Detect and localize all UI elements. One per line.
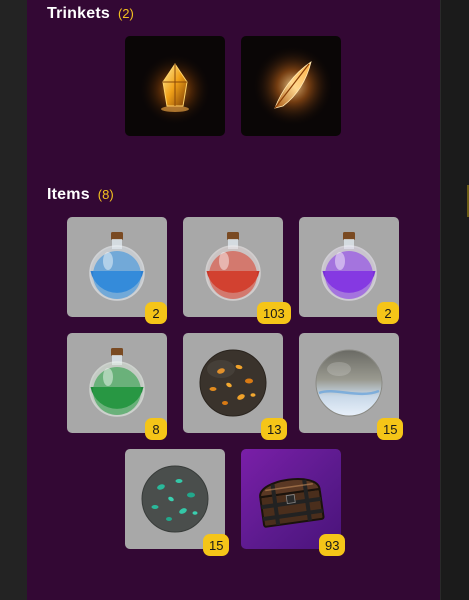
- inventory-panel: Trinkets (2) Items (8) 2 103 2 8 13 15 1…: [27, 0, 440, 600]
- item-quantity-badge: 93: [319, 534, 346, 556]
- item-slot-8[interactable]: 93: [241, 449, 346, 556]
- item-slot-1[interactable]: 2: [67, 217, 167, 324]
- item-quantity-badge: 103: [257, 302, 291, 324]
- item-slot-2[interactable]: 103: [183, 217, 291, 324]
- right-gutter: [440, 0, 469, 600]
- amber-crystal-icon: [135, 48, 215, 128]
- items-title: Items: [47, 186, 90, 203]
- trinkets-count: (2): [117, 6, 134, 21]
- left-gutter: [0, 0, 27, 600]
- item-slot-5[interactable]: 13: [183, 333, 288, 440]
- item-slot-6[interactable]: 15: [299, 333, 404, 440]
- item-slot-4[interactable]: 8: [67, 333, 167, 440]
- scrollbar-track[interactable]: [440, 0, 469, 600]
- trinket-slot-2[interactable]: [241, 36, 341, 136]
- item-quantity-badge: 15: [377, 418, 404, 440]
- trinket-slot-1[interactable]: [125, 36, 225, 136]
- items-count: (8): [97, 187, 114, 202]
- item-slot-7[interactable]: 15: [125, 449, 230, 556]
- item-slot-3[interactable]: 2: [299, 217, 399, 324]
- item-quantity-badge: 13: [261, 418, 288, 440]
- item-quantity-badge: 2: [145, 302, 167, 324]
- item-quantity-badge: 15: [203, 534, 230, 556]
- item-quantity-badge: 8: [145, 418, 167, 440]
- trinkets-title: Trinkets: [47, 5, 110, 22]
- item-quantity-badge: 2: [377, 302, 399, 324]
- items-header: Items (8): [47, 186, 114, 204]
- trinkets-header: Trinkets (2): [47, 5, 134, 23]
- golden-feather-icon: [251, 44, 335, 128]
